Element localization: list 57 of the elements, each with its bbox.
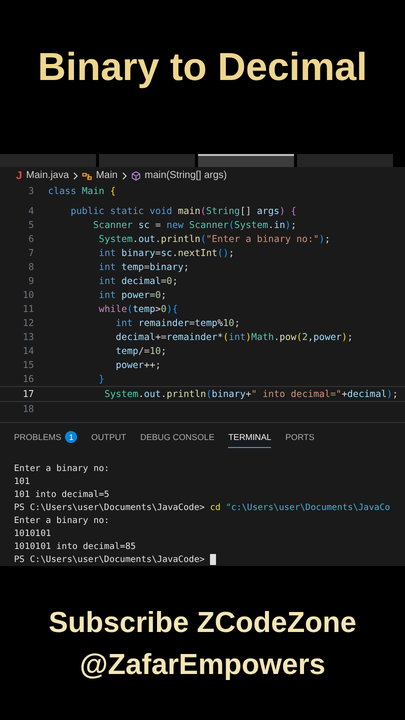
line-number: 17 [22,388,34,400]
line-number: 14 [22,346,34,356]
code-line: int decimal=0; [98,276,178,286]
line-number: 9 [27,276,34,286]
breadcrumb-item[interactable]: Main.java [26,170,69,182]
editor-tab[interactable] [198,154,294,168]
code-line: temp/=10; [114,346,167,356]
code-line: int power=0; [98,290,167,300]
terminal-line: 1010101 [14,528,52,538]
video-title: Binary to Decimal [36,45,368,91]
line-number: 12 [22,318,34,328]
class-icon [82,170,92,181]
breadcrumb-item[interactable]: main(String[] args) [144,170,227,182]
chevron-icon [72,172,78,180]
code-line: System.out.println("Enter a binary no:"); [98,234,330,244]
line-number: 15 [22,360,34,370]
panel-tab[interactable]: OUTPUT [91,431,126,448]
panel-tab[interactable]: TERMINAL [228,431,272,448]
panel-tab[interactable]: DEBUG CONSOLE [140,431,214,448]
line-number: 16 [22,374,34,384]
code-line: int remainder=temp%10; [114,318,240,328]
java-file-icon: J [16,170,22,182]
code-line: Scanner sc = new Scanner(System.in); [92,220,296,230]
code-line: int temp=binary; [98,262,190,272]
terminal-line: 101 into decimal=5 [14,490,110,500]
code-line: decimal+=remainder*(int)Math.pow(2,power); [114,332,353,342]
terminal-line: PS C:\Users\user\Documents\JavaCode> cd "c:\Users\user\Documents\JavaCo [14,502,390,512]
line-number: 7 [27,248,34,258]
code-line: class Main { [48,186,116,196]
code-line: System.out.println(binary+" into decimal="+decimal); [103,388,398,400]
line-number: 13 [22,332,34,342]
terminal-line: Enter a binary no: [14,516,110,526]
count-badge: 1 [65,431,78,443]
breadcrumb-item[interactable]: Main [96,170,118,182]
line-number: 10 [22,290,34,300]
terminal-line: PS C:\Users\user\Documents\JavaCode> [14,554,206,564]
terminal-line: 101 [14,476,30,486]
chevron-icon [122,172,127,180]
code-line: power++; [114,360,161,370]
line-number: 11 [22,304,34,314]
line-number: 4 [27,206,34,216]
code-line: while(temp>0){ [98,304,178,314]
channel-caption: @ZafarEmpowers [80,648,326,683]
code-line: public static void main(String[] args) { [70,206,296,216]
terminal-line: 1010101 into decimal=85 [14,542,136,552]
line-number: 8 [27,262,34,272]
line-number: 6 [27,234,34,244]
line-number: 3 [27,186,34,196]
cube-icon [130,170,141,181]
panel-tab[interactable]: PORTS [285,431,314,448]
panel-tab[interactable]: PROBLEMS 1 [14,431,78,448]
terminal-line: Enter a binary no: [14,464,110,474]
channel-caption: Subscribe ZCodeZone [48,606,356,641]
code-line: } [98,374,104,384]
line-number: 18 [22,404,34,414]
line-number: 5 [27,220,34,230]
code-line: int binary=sc.nextInt(); [98,248,234,258]
